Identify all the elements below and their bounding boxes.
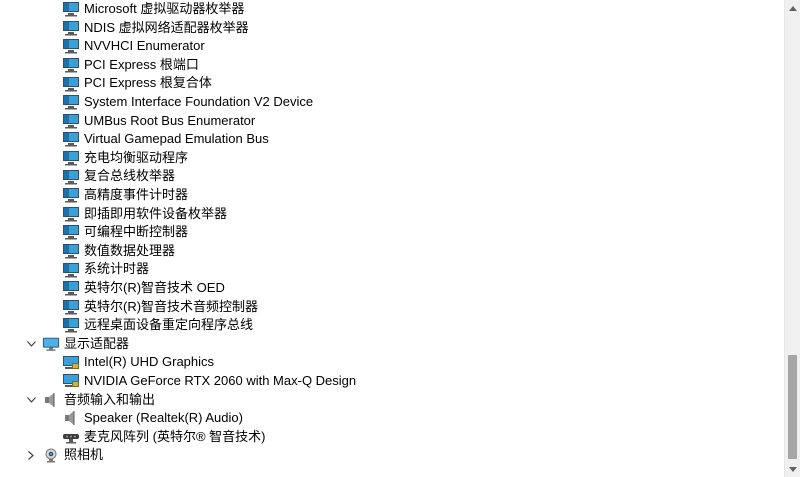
system-device-icon: [62, 76, 80, 92]
tree-item-label: Intel(R) UHD Graphics: [84, 354, 215, 370]
tree-item-system-device[interactable]: Microsoft 虚拟驱动器枚举器: [62, 0, 244, 19]
tree-item-label: UMBus Root Bus Enumerator: [84, 112, 256, 128]
vertical-scrollbar[interactable]: [784, 0, 800, 477]
display-adapter-icon: [62, 355, 80, 371]
tree-item-speaker[interactable]: Speaker (Realtek(R) Audio): [62, 409, 243, 428]
tree-item-system-device[interactable]: NDIS 虚拟网络适配器枚举器: [62, 19, 249, 38]
tree-item-microphone-array[interactable]: 麦克风阵列 (英特尔® 智音技术): [62, 428, 265, 447]
tree-item-label: 音频输入和输出: [64, 391, 156, 407]
tree-item-label: 显示适配器: [64, 335, 130, 351]
tree-item-system-device[interactable]: UMBus Root Bus Enumerator: [62, 112, 255, 131]
system-device-icon: [62, 57, 80, 73]
tree-item-label: System Interface Foundation V2 Device: [84, 94, 314, 109]
scroll-down-arrow-icon[interactable]: [785, 461, 800, 477]
tree-item-label: 系统计时器: [84, 261, 150, 277]
tree-item-system-device[interactable]: 可编程中断控制器: [62, 223, 188, 242]
system-device-icon: [62, 187, 80, 203]
tree-item-label: PCI Express 根端口: [84, 56, 199, 72]
tree-item-label: Virtual Gamepad Emulation Bus: [84, 131, 269, 147]
tree-item-label: 英特尔(R)智音技术音频控制器: [84, 298, 259, 314]
tree-item-label: Microsoft 虚拟驱动器枚举器: [84, 1, 245, 16]
system-device-icon: [62, 317, 80, 333]
tree-item-label: NDIS 虚拟网络适配器枚举器: [84, 19, 249, 35]
system-device-icon: [62, 280, 80, 296]
tree-item-label: 充电均衡驱动程序: [84, 149, 189, 165]
scroll-up-arrow-icon[interactable]: [785, 0, 800, 16]
tree-item-system-device[interactable]: 远程桌面设备重定向程序总线: [62, 316, 253, 335]
tree-item-system-device[interactable]: PCI Express 根端口: [62, 56, 199, 75]
tree-item-label: 照相机: [64, 447, 104, 463]
tree-item-display-adapter[interactable]: Intel(R) UHD Graphics: [62, 353, 214, 372]
camera-icon: [42, 448, 60, 464]
tree-item-system-device[interactable]: 即插即用软件设备枚举器: [62, 205, 227, 224]
tree-item-label: 高精度事件计时器: [84, 187, 189, 202]
tree-item-label: NVIDIA GeForce RTX 2060 with Max-Q Desig…: [84, 373, 357, 388]
system-device-icon: [62, 169, 80, 185]
tree-item-label: 远程桌面设备重定向程序总线: [84, 317, 254, 333]
system-device-icon: [62, 113, 80, 129]
microphone-array-icon: [62, 429, 80, 445]
tree-item-system-device[interactable]: Virtual Gamepad Emulation Bus: [62, 130, 269, 149]
system-device-icon: [62, 299, 80, 315]
system-device-icon: [62, 38, 80, 54]
tree-item-system-device[interactable]: 英特尔(R)智音技术 OED: [62, 279, 225, 298]
tree-item-system-device[interactable]: 系统计时器: [62, 260, 149, 279]
system-device-icon: [62, 224, 80, 240]
speaker-icon: [42, 392, 60, 408]
device-manager-tree: Microsoft 虚拟驱动器枚举器 NDIS 虚拟网络适配器枚举器 NVVHCI …: [0, 0, 784, 477]
system-device-icon: [62, 131, 80, 147]
system-device-icon: [62, 1, 80, 17]
monitor-icon: [42, 336, 60, 352]
tree-item-label: 可编程中断控制器: [84, 224, 189, 240]
chevron-down-icon[interactable]: [24, 391, 38, 409]
system-device-icon: [62, 206, 80, 222]
tree-item-system-device[interactable]: 数值数据处理器: [62, 242, 175, 261]
system-device-icon: [62, 150, 80, 166]
tree-item-label: Speaker (Realtek(R) Audio): [84, 410, 243, 426]
tree-item-display-adapter[interactable]: NVIDIA GeForce RTX 2060 with Max-Q Desig…: [62, 372, 356, 391]
chevron-down-icon[interactable]: [24, 335, 38, 353]
system-device-icon: [62, 94, 80, 110]
tree-item-label: 英特尔(R)智音技术 OED: [84, 280, 225, 295]
tree-item-label: 复合总线枚举器: [84, 168, 176, 184]
system-device-icon: [62, 20, 80, 36]
chevron-right-icon[interactable]: [24, 447, 38, 465]
tree-item-system-device[interactable]: PCI Express 根复合体: [62, 74, 212, 93]
tree-item-label: 数值数据处理器: [84, 242, 176, 258]
tree-item-system-device[interactable]: 英特尔(R)智音技术音频控制器: [62, 298, 258, 317]
tree-item-system-device[interactable]: NVVHCI Enumerator: [62, 37, 205, 56]
display-adapter-icon: [62, 373, 80, 389]
system-device-icon: [62, 243, 80, 259]
tree-item-system-device[interactable]: 高精度事件计时器: [62, 186, 188, 205]
tree-item-system-device[interactable]: 充电均衡驱动程序: [62, 149, 188, 168]
tree-item-system-device[interactable]: 复合总线枚举器: [62, 167, 175, 186]
tree-item-label: 麦克风阵列 (英特尔® 智音技术): [84, 428, 266, 444]
system-device-icon: [62, 262, 80, 278]
scrollbar-thumb[interactable]: [788, 355, 797, 459]
tree-item-label: 即插即用软件设备枚举器: [84, 205, 228, 221]
tree-category-display-adapters[interactable]: 显示适配器: [24, 335, 129, 354]
tree-item-label: PCI Express 根复合体: [84, 75, 212, 91]
tree-category-cameras[interactable]: 照相机: [24, 446, 103, 465]
tree-item-system-device[interactable]: System Interface Foundation V2 Device: [62, 93, 313, 112]
tree-category-audio-io[interactable]: 音频输入和输出: [24, 391, 155, 410]
speaker-icon: [62, 410, 80, 426]
tree-item-label: NVVHCI Enumerator: [84, 38, 205, 54]
